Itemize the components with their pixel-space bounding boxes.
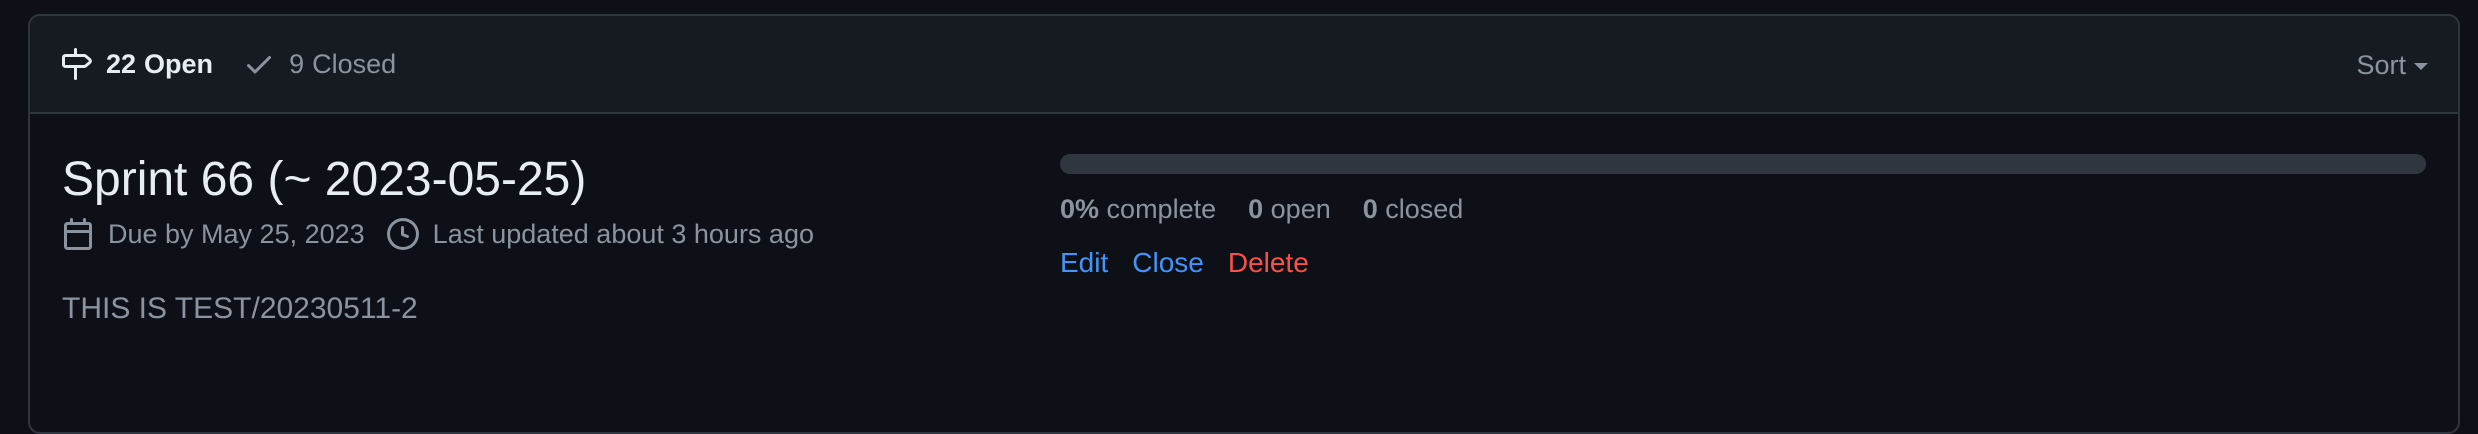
open-issues-stat: 0 open <box>1248 194 1331 225</box>
milestone-icon <box>62 48 92 80</box>
milestone-progress: 0% complete 0 open 0 closed Edit Close D… <box>1060 154 2426 279</box>
delete-link[interactable]: Delete <box>1228 247 1309 279</box>
milestones-panel: 22 Open 9 Closed Sort Sprint 66 (~ 2023-… <box>28 14 2460 434</box>
progress-bar <box>1060 154 2426 174</box>
open-value: 0 <box>1248 194 1264 224</box>
closed-count: 9 <box>289 48 305 79</box>
progress-stats: 0% complete 0 open 0 closed <box>1060 194 2426 225</box>
open-count: 22 <box>106 48 137 79</box>
last-updated: Last updated about 3 hours ago <box>386 218 814 250</box>
closed-label: Closed <box>312 48 397 79</box>
caret-down-icon <box>2414 63 2428 70</box>
clock-icon <box>386 218 419 250</box>
open-label: Open <box>144 48 214 79</box>
closed-milestones-tab[interactable]: 9 Closed <box>243 48 396 80</box>
closed-stat-label: closed <box>1385 194 1464 224</box>
closed-issues-stat: 0 closed <box>1363 194 1464 225</box>
milestone-meta: Due by May 25, 2023 Last updated about 3… <box>62 218 1022 250</box>
sort-label: Sort <box>2356 49 2406 80</box>
calendar-icon <box>64 218 92 250</box>
percent-value: 0% <box>1060 194 1100 224</box>
edit-link[interactable]: Edit <box>1060 247 1108 279</box>
due-date: Due by May 25, 2023 <box>62 218 365 250</box>
open-stat-label: open <box>1270 194 1331 224</box>
percent-label: complete <box>1106 194 1217 224</box>
milestone-info: Sprint 66 (~ 2023-05-25) Due by May 25, … <box>62 150 1022 326</box>
updated-text: Last updated about 3 hours ago <box>432 218 814 249</box>
check-icon <box>247 56 272 74</box>
milestone-item: Sprint 66 (~ 2023-05-25) Due by May 25, … <box>30 114 2458 414</box>
milestone-title[interactable]: Sprint 66 (~ 2023-05-25) <box>62 150 586 210</box>
close-link[interactable]: Close <box>1132 247 1204 279</box>
milestone-actions: Edit Close Delete <box>1060 247 2426 279</box>
due-text: Due by May 25, 2023 <box>108 218 365 249</box>
open-milestones-tab[interactable]: 22 Open <box>60 48 213 80</box>
closed-value: 0 <box>1362 194 1378 224</box>
milestones-header: 22 Open 9 Closed Sort <box>30 16 2458 114</box>
sort-dropdown[interactable]: Sort <box>2356 16 2428 114</box>
percent-complete: 0% complete <box>1060 194 1216 225</box>
milestone-description: THIS IS TEST/20230511-2 <box>62 292 418 325</box>
